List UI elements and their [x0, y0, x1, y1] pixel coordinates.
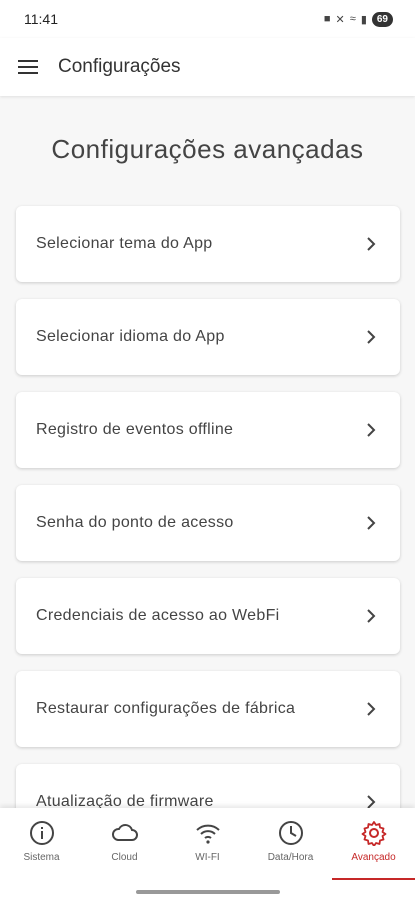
settings-item-firmware-update[interactable]: Atualização de firmware [16, 764, 400, 808]
content-area[interactable]: Configurações avançadas Selecionar tema … [0, 96, 415, 808]
chevron-right-icon [366, 237, 380, 251]
gear-icon [361, 821, 386, 846]
info-icon [29, 821, 54, 845]
page-title: Configurações avançadas [51, 134, 364, 164]
clock-icon [278, 821, 303, 845]
home-indicator[interactable] [136, 890, 280, 894]
chevron-right-icon [366, 795, 380, 808]
settings-item-offline-events[interactable]: Registro de eventos offline [16, 392, 400, 468]
app-bar: Configurações [0, 38, 415, 96]
settings-item-factory-reset[interactable]: Restaurar configurações de fábrica [16, 671, 400, 747]
tab-label: Avançado [351, 852, 396, 863]
settings-item-label: Selecionar tema do App [36, 235, 213, 252]
signal-icon: ▮ [360, 13, 367, 26]
notification-icon: ■ [323, 13, 331, 25]
settings-list: Selecionar tema do App Selecionar idioma… [16, 206, 400, 808]
menu-icon[interactable] [18, 57, 38, 77]
settings-item-app-theme[interactable]: Selecionar tema do App [16, 206, 400, 282]
tab-wifi[interactable]: WI-FI [166, 808, 249, 880]
chevron-right-icon [366, 516, 380, 530]
bottom-navigation: Sistema Cloud WI-FI Data/Hora Avançado [0, 808, 415, 900]
tab-label: WI-FI [195, 852, 220, 863]
app-title: Configurações [58, 56, 181, 77]
wifi-status-icon: ≈ [349, 13, 356, 25]
chevron-right-icon [366, 423, 380, 437]
tab-sistema[interactable]: Sistema [0, 808, 83, 880]
mute-icon: ✕ [335, 13, 345, 26]
battery-indicator: 69 [371, 11, 393, 27]
settings-item-label: Credenciais de acesso ao WebFi [36, 607, 280, 624]
settings-item-label: Atualização de firmware [36, 793, 214, 808]
settings-item-label: Senha do ponto de acesso [36, 514, 234, 531]
status-bar: 11:41 ■ ✕ ≈ ▮ 69 [0, 0, 415, 38]
settings-item-webfi-credentials[interactable]: Credenciais de acesso ao WebFi [16, 578, 400, 654]
tab-label: Cloud [111, 852, 138, 863]
tab-data-hora[interactable]: Data/Hora [249, 808, 332, 880]
chevron-right-icon [366, 609, 380, 623]
cloud-icon [111, 824, 138, 841]
tab-label: Sistema [23, 852, 60, 863]
status-icons: ■ ✕ ≈ ▮ 69 [323, 11, 393, 27]
chevron-right-icon [366, 330, 380, 344]
settings-item-label: Restaurar configurações de fábrica [36, 700, 296, 717]
status-time: 11:41 [24, 11, 58, 27]
settings-item-access-point-password[interactable]: Senha do ponto de acesso [16, 485, 400, 561]
tab-cloud[interactable]: Cloud [83, 808, 166, 880]
settings-item-label: Selecionar idioma do App [36, 328, 225, 345]
settings-item-label: Registro de eventos offline [36, 421, 234, 438]
tab-label: Data/Hora [267, 852, 314, 863]
settings-item-app-language[interactable]: Selecionar idioma do App [16, 299, 400, 375]
wifi-icon [195, 824, 220, 844]
chevron-right-icon [366, 702, 380, 716]
tab-avancado[interactable]: Avançado [332, 808, 415, 880]
